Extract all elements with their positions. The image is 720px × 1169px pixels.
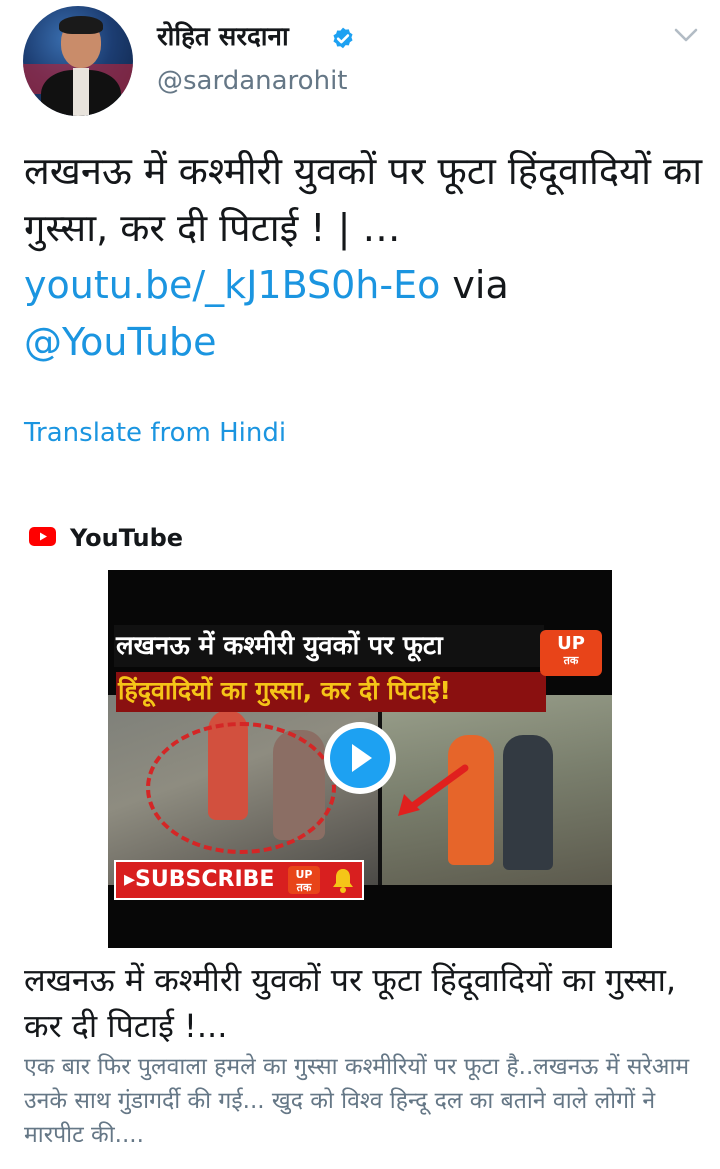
avatar-shirt: [73, 68, 89, 116]
avatar-hair: [59, 16, 103, 34]
author-avatar[interactable]: [23, 6, 133, 116]
bell-icon: [333, 869, 353, 893]
card-title[interactable]: लखनऊ में कश्मीरी युवकों पर फूटा हिंदूवाद…: [24, 957, 704, 1049]
card-description: एक बार फिर पुलवाला हमले का गुस्सा कश्मीर…: [24, 1054, 690, 1148]
play-button-icon[interactable]: [322, 720, 398, 796]
author-display-name[interactable]: रोहित सरदाना: [157, 20, 289, 54]
translate-link[interactable]: Translate from Hindi: [24, 416, 286, 450]
thumbnail-headline-2: हिंदूवादियों का गुस्सा, कर दी पिटाई!: [118, 676, 451, 705]
sub-badge-sub: तक: [296, 881, 312, 894]
tweet-text-body: लखनऊ में कश्मीरी युवकों पर फूटा हिंदूवाद…: [24, 149, 703, 250]
chevron-down-icon[interactable]: [672, 24, 700, 46]
tweet-text: लखनऊ में कश्मीरी युवकों पर फूटा हिंदूवाद…: [24, 143, 704, 371]
youtube-mention[interactable]: @YouTube: [24, 320, 217, 364]
subscribe-banner: ▸SUBSCRIBE: [114, 860, 364, 900]
badge-main: UP: [557, 633, 585, 654]
author-handle[interactable]: @sardanarohit: [157, 64, 347, 98]
highlight-circle: [146, 722, 336, 854]
verified-badge-icon: [333, 27, 353, 49]
red-arrow-icon: [398, 764, 469, 816]
up-tak-logo: UP तक: [540, 630, 602, 676]
badge-sub: तक: [563, 654, 579, 667]
thumbnail-figure: [503, 735, 553, 870]
video-thumbnail[interactable]: लखनऊ में कश्मीरी युवकों पर फूटा हिंदूवाद…: [108, 570, 612, 948]
sub-badge-main: UP: [295, 868, 313, 881]
subscribe-up-tak-logo: UP तक: [288, 866, 320, 894]
tweet-text-via: via: [440, 263, 509, 307]
youtube-logo-icon: [29, 527, 56, 546]
thumbnail-headline-1: लखनऊ में कश्मीरी युवकों पर फूटा: [116, 631, 443, 661]
tweet-link[interactable]: youtu.be/_kJ1BS0h-Eo: [24, 263, 440, 307]
card-source-label: YouTube: [70, 524, 184, 552]
